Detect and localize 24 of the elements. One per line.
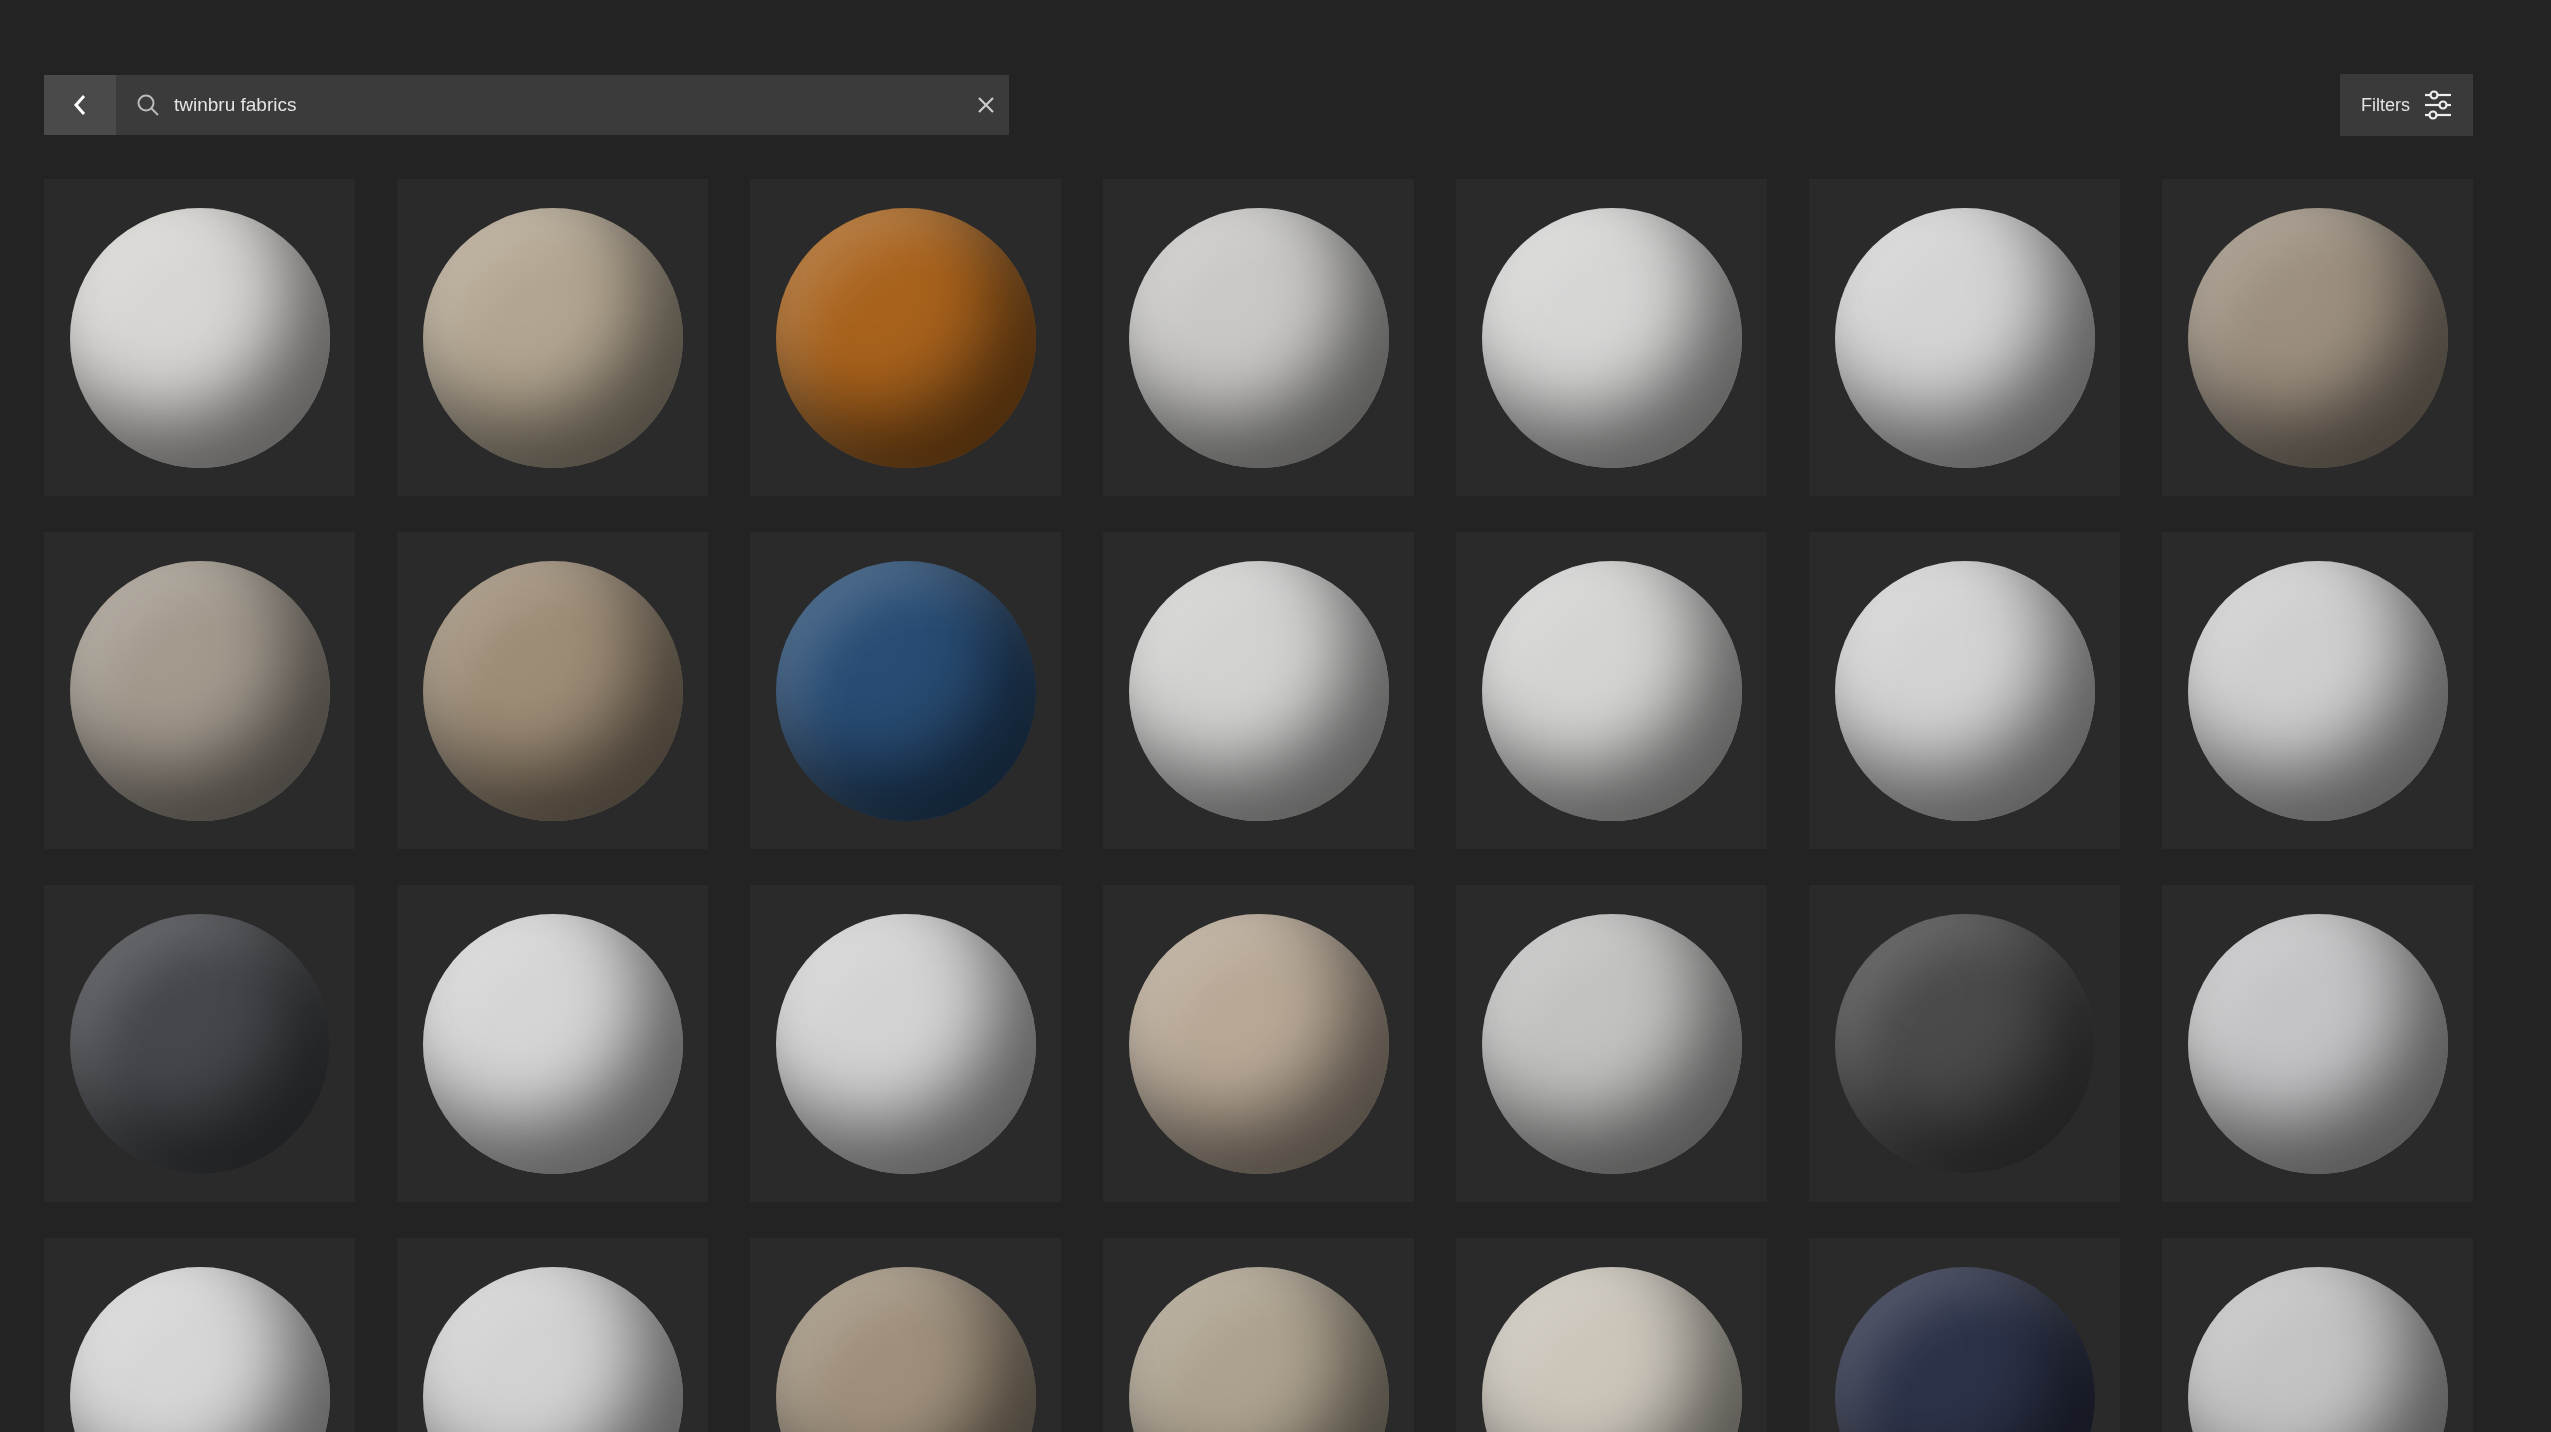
sliders-icon — [2424, 90, 2452, 120]
search-icon — [136, 93, 160, 117]
search-field[interactable]: twinbru fabrics — [116, 75, 1009, 135]
material-card[interactable] — [1456, 885, 1767, 1202]
material-card[interactable] — [750, 885, 1061, 1202]
material-card[interactable] — [44, 179, 355, 496]
material-card[interactable] — [1103, 179, 1414, 496]
material-card[interactable] — [2162, 179, 2473, 496]
material-card[interactable] — [2162, 885, 2473, 1202]
material-card[interactable] — [1456, 179, 1767, 496]
material-card[interactable] — [397, 532, 708, 849]
search-input[interactable]: twinbru fabrics — [174, 94, 963, 116]
material-card[interactable] — [397, 179, 708, 496]
material-card[interactable] — [1456, 532, 1767, 849]
chevron-left-icon — [73, 94, 87, 116]
material-card[interactable] — [1809, 179, 2120, 496]
filters-button[interactable]: Filters — [2340, 74, 2473, 136]
material-card[interactable] — [44, 532, 355, 849]
material-card[interactable] — [1103, 532, 1414, 849]
material-card[interactable] — [1103, 885, 1414, 1202]
material-card[interactable] — [1809, 532, 2120, 849]
material-card[interactable] — [2162, 532, 2473, 849]
close-button[interactable] — [977, 96, 995, 114]
material-card[interactable] — [397, 885, 708, 1202]
